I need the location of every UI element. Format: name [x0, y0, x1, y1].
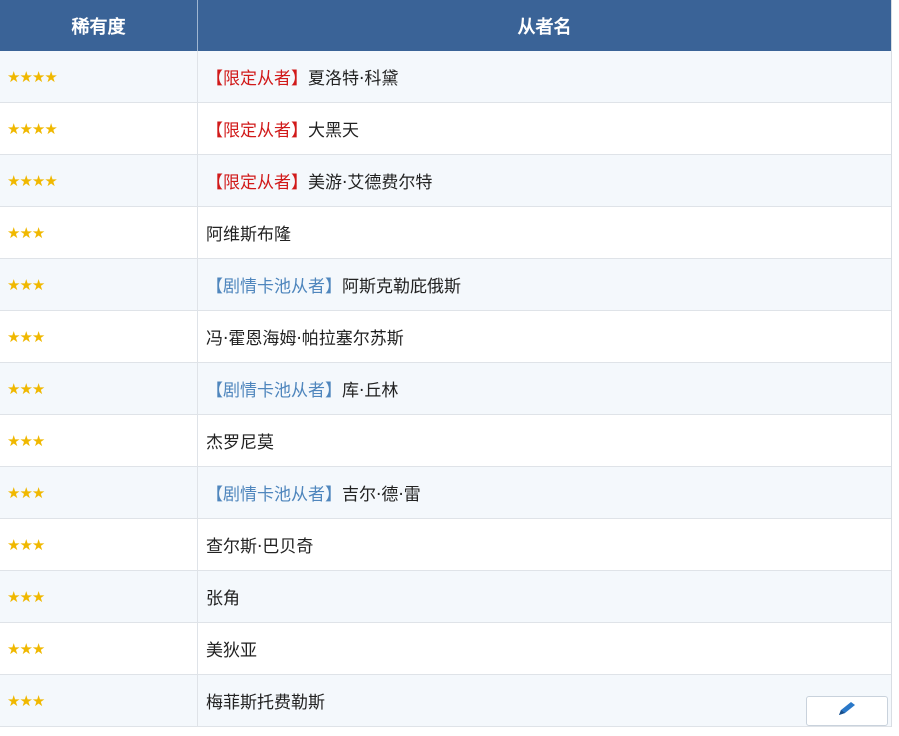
- table-row: ★★★ 【剧情卡池从者】 吉尔·德·雷: [0, 467, 891, 519]
- table-row: ★★★ 【剧情卡池从者】 库·丘林: [0, 363, 891, 415]
- limited-tag: 【限定从者】: [206, 69, 308, 89]
- name-cell: 张角: [198, 571, 891, 622]
- name-cell: 【剧情卡池从者】 吉尔·德·雷: [198, 467, 891, 518]
- rarity-cell: ★★★: [0, 415, 198, 466]
- rarity-cell: ★★★: [0, 207, 198, 258]
- servant-name-link[interactable]: 库·丘林: [342, 376, 398, 401]
- servant-name-link[interactable]: 冯·霍恩海姆·帕拉塞尔苏斯: [206, 324, 404, 349]
- name-cell: 阿维斯布隆: [198, 207, 891, 258]
- name-cell: 梅菲斯托费勒斯: [198, 675, 891, 726]
- name-cell: 【限定从者】 夏洛特·科黛: [198, 51, 891, 102]
- table-row: ★★★ 张角: [0, 571, 891, 623]
- rarity-stars: ★★★: [7, 431, 45, 450]
- table-row: ★★★★ 【限定从者】 夏洛特·科黛: [0, 51, 891, 103]
- story-pool-tag: 【剧情卡池从者】: [206, 485, 342, 505]
- rarity-stars: ★★★: [7, 327, 45, 346]
- table-row: ★★★ 美狄亚: [0, 623, 891, 675]
- servant-name-link[interactable]: 吉尔·德·雷: [342, 480, 421, 505]
- rarity-cell: ★★★: [0, 311, 198, 362]
- rarity-stars: ★★★★: [7, 67, 58, 86]
- name-cell: 【限定从者】 大黑天: [198, 103, 891, 154]
- rarity-stars: ★★★: [7, 379, 45, 398]
- rarity-stars: ★★★: [7, 639, 45, 658]
- table-row: ★★★ 梅菲斯托费勒斯: [0, 675, 891, 727]
- edit-float-button[interactable]: [806, 696, 888, 726]
- table-row: ★★★★ 【限定从者】 大黑天: [0, 103, 891, 155]
- rarity-cell: ★★★: [0, 467, 198, 518]
- rarity-stars: ★★★: [7, 223, 45, 242]
- story-pool-tag: 【剧情卡池从者】: [206, 277, 342, 297]
- table-row: ★★★ 查尔斯·巴贝奇: [0, 519, 891, 571]
- table-row: ★★★ 杰罗尼莫: [0, 415, 891, 467]
- rarity-stars: ★★★: [7, 587, 45, 606]
- name-cell: 【剧情卡池从者】 库·丘林: [198, 363, 891, 414]
- rarity-stars: ★★★★: [7, 171, 58, 190]
- pencil-icon: [836, 700, 858, 722]
- rarity-cell: ★★★: [0, 519, 198, 570]
- rarity-cell: ★★★: [0, 571, 198, 622]
- name-cell: 【剧情卡池从者】 阿斯克勒庇俄斯: [198, 259, 891, 310]
- table-row: ★★★ 冯·霍恩海姆·帕拉塞尔苏斯: [0, 311, 891, 363]
- table-row: ★★★★ 【限定从者】 美游·艾德费尔特: [0, 155, 891, 207]
- table-row: ★★★ 【剧情卡池从者】 阿斯克勒庇俄斯: [0, 259, 891, 311]
- rarity-cell: ★★★: [0, 675, 198, 726]
- servant-name-link[interactable]: 张角: [206, 584, 240, 609]
- rarity-cell: ★★★: [0, 363, 198, 414]
- rarity-cell: ★★★★: [0, 103, 198, 154]
- servant-name-link[interactable]: 杰罗尼莫: [206, 428, 274, 453]
- header-servant-name: 从者名: [517, 16, 572, 38]
- limited-tag: 【限定从者】: [206, 121, 308, 141]
- table-row: ★★★ 阿维斯布隆: [0, 207, 891, 259]
- name-cell: 美狄亚: [198, 623, 891, 674]
- servant-name-link[interactable]: 美游·艾德费尔特: [308, 168, 432, 193]
- rarity-cell: ★★★★: [0, 155, 198, 206]
- name-cell: 查尔斯·巴贝奇: [198, 519, 891, 570]
- story-pool-tag: 【剧情卡池从者】: [206, 381, 342, 401]
- rarity-stars: ★★★: [7, 535, 45, 554]
- rarity-stars: ★★★★: [7, 119, 58, 138]
- header-rarity: 稀有度: [0, 0, 198, 51]
- servant-name-link[interactable]: 梅菲斯托费勒斯: [206, 688, 325, 713]
- limited-tag: 【限定从者】: [206, 173, 308, 193]
- rarity-stars: ★★★: [7, 691, 45, 710]
- rarity-stars: ★★★: [7, 275, 45, 294]
- name-cell: 杰罗尼莫: [198, 415, 891, 466]
- servant-name-link[interactable]: 夏洛特·科黛: [308, 64, 398, 89]
- rarity-cell: ★★★★: [0, 51, 198, 102]
- rarity-cell: ★★★: [0, 259, 198, 310]
- servant-name-link[interactable]: 阿维斯布隆: [206, 220, 291, 245]
- servant-name-link[interactable]: 查尔斯·巴贝奇: [206, 532, 313, 557]
- rarity-cell: ★★★: [0, 623, 198, 674]
- servant-name-link[interactable]: 大黑天: [308, 116, 359, 141]
- servant-name-link[interactable]: 阿斯克勒庇俄斯: [342, 272, 461, 297]
- servant-table: 稀有度 从者名 ★★★★ 【限定从者】 夏洛特·科黛 ★★★★ 【限定从者】 大黑天…: [0, 0, 892, 727]
- table-header: 稀有度 从者名: [0, 0, 891, 51]
- servant-name-link[interactable]: 美狄亚: [206, 636, 257, 661]
- name-cell: 【限定从者】 美游·艾德费尔特: [198, 155, 891, 206]
- rarity-stars: ★★★: [7, 483, 45, 502]
- name-cell: 冯·霍恩海姆·帕拉塞尔苏斯: [198, 311, 891, 362]
